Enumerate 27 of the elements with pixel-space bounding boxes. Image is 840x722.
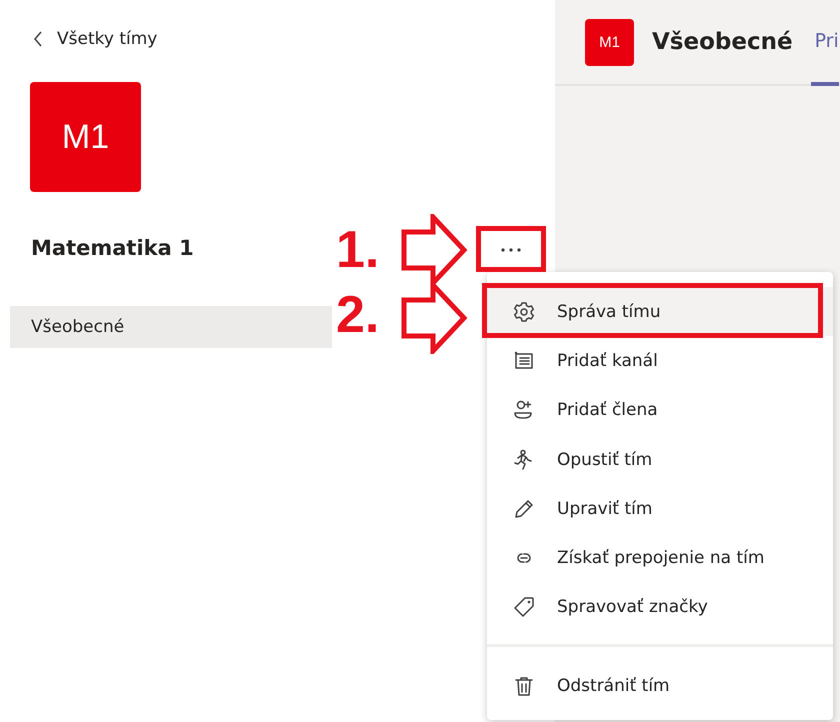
annotation-number: 1.: [336, 222, 380, 278]
pencil-icon: [513, 498, 535, 520]
menu-item[interactable]: Získať prepojenie na tím: [487, 533, 833, 583]
menu-item[interactable]: Spravovať značky: [487, 582, 833, 632]
annotation-arrow: [400, 282, 468, 354]
menu-item[interactable]: Odstrániť tím: [487, 661, 833, 710]
team-name: Matematika 1: [31, 236, 194, 262]
menu-item[interactable]: Opustiť tím: [487, 434, 833, 484]
menu-item[interactable]: Pridať kanál: [487, 336, 833, 386]
channel-title: Všeobecné: [652, 29, 793, 55]
channel-list-icon: [513, 350, 535, 372]
menu-item[interactable]: Správa tímu: [487, 287, 833, 336]
menu-item[interactable]: Pridať člena: [487, 386, 833, 435]
trash-icon: [513, 674, 535, 697]
tag-icon: [513, 596, 535, 618]
annotation-arrow: [400, 214, 468, 286]
chevron-left-icon: [33, 31, 43, 47]
team-avatar: M1: [30, 82, 141, 192]
channel-avatar: M1: [585, 18, 634, 66]
gear-icon: [513, 300, 535, 323]
channel-item[interactable]: Všeobecné: [10, 306, 332, 348]
back-link[interactable]: Všetky tímy: [33, 28, 158, 50]
tab[interactable]: Pri: [810, 0, 839, 86]
annotation-frame: [476, 226, 546, 272]
annotation-number: 2.: [336, 287, 380, 343]
menu-item[interactable]: Upraviť tím: [487, 484, 833, 534]
more-icon: [501, 248, 521, 252]
